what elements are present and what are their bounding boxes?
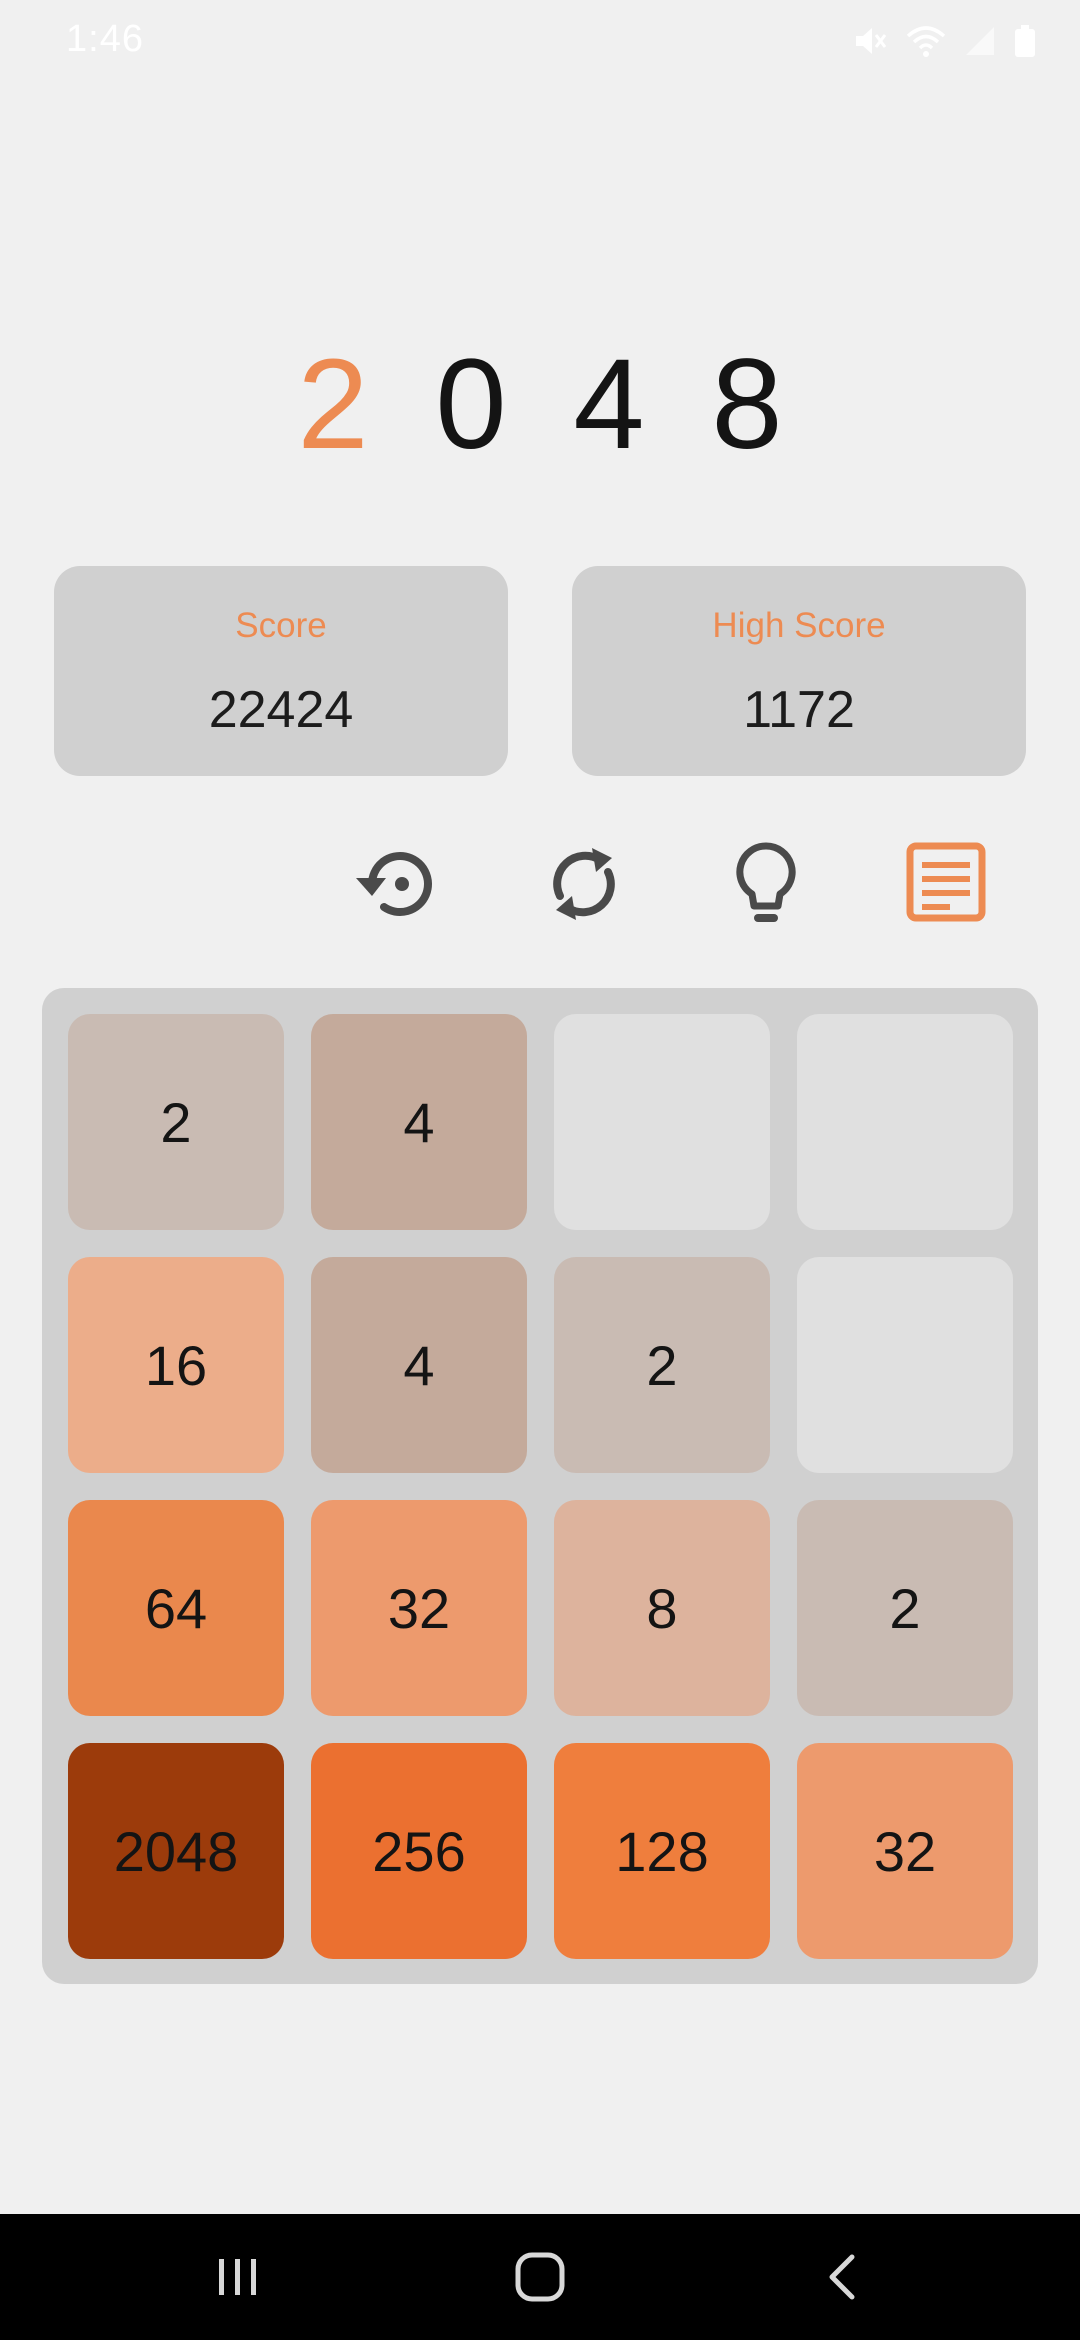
back-button[interactable] <box>782 2234 902 2320</box>
log-button[interactable] <box>896 834 996 934</box>
tile-16: 16 <box>68 1257 284 1473</box>
home-button[interactable] <box>480 2234 600 2320</box>
notes-icon <box>906 842 986 922</box>
hint-button[interactable] <box>716 834 816 934</box>
tile-128: 128 <box>554 1743 770 1959</box>
mute-icon <box>852 24 888 63</box>
tile-2: 2 <box>797 1500 1013 1716</box>
high-score-value: 1172 <box>743 681 855 739</box>
battery-icon <box>1014 25 1036 62</box>
score-value: 22424 <box>208 681 354 739</box>
high-score-box: High Score 1172 <box>572 566 1026 776</box>
tile-empty <box>797 1014 1013 1230</box>
game-board[interactable]: 2 4 16 4 2 64 32 8 2 2048 256 128 32 <box>42 988 1038 1984</box>
signal-icon <box>964 25 996 62</box>
undo-button[interactable] <box>348 834 448 934</box>
score-box: Score 22424 <box>54 566 508 776</box>
home-icon <box>515 2252 565 2302</box>
tile-256: 256 <box>311 1743 527 1959</box>
tile-empty <box>797 1257 1013 1473</box>
tile-32: 32 <box>311 1500 527 1716</box>
wifi-icon <box>906 24 946 63</box>
status-time: 1:46 <box>66 18 144 60</box>
title-letter: 4 <box>573 333 645 476</box>
high-score-label: High Score <box>712 606 886 645</box>
game-title: 2 0 4 8 <box>0 335 1080 475</box>
restart-icon <box>553 848 615 920</box>
tile-empty <box>554 1014 770 1230</box>
recents-button[interactable] <box>178 2234 298 2320</box>
title-letter: 2 <box>297 333 369 476</box>
back-icon <box>829 2254 855 2300</box>
tile-2: 2 <box>554 1257 770 1473</box>
recents-icon <box>219 2259 256 2295</box>
tile-2048: 2048 <box>68 1743 284 1959</box>
tile-8: 8 <box>554 1500 770 1716</box>
tile-32: 32 <box>797 1743 1013 1959</box>
undo-icon <box>356 852 432 917</box>
score-label: Score <box>235 606 327 645</box>
tile-4: 4 <box>311 1014 527 1230</box>
tile-2: 2 <box>68 1014 284 1230</box>
tile-64: 64 <box>68 1500 284 1716</box>
lightbulb-icon <box>736 842 796 922</box>
title-letter: 0 <box>435 333 507 476</box>
navigation-bar <box>0 2214 1080 2340</box>
status-icons <box>852 24 1036 63</box>
tile-4: 4 <box>311 1257 527 1473</box>
status-bar: 1:46 <box>0 0 1080 84</box>
title-letter: 8 <box>711 333 783 476</box>
restart-button[interactable] <box>534 834 634 934</box>
